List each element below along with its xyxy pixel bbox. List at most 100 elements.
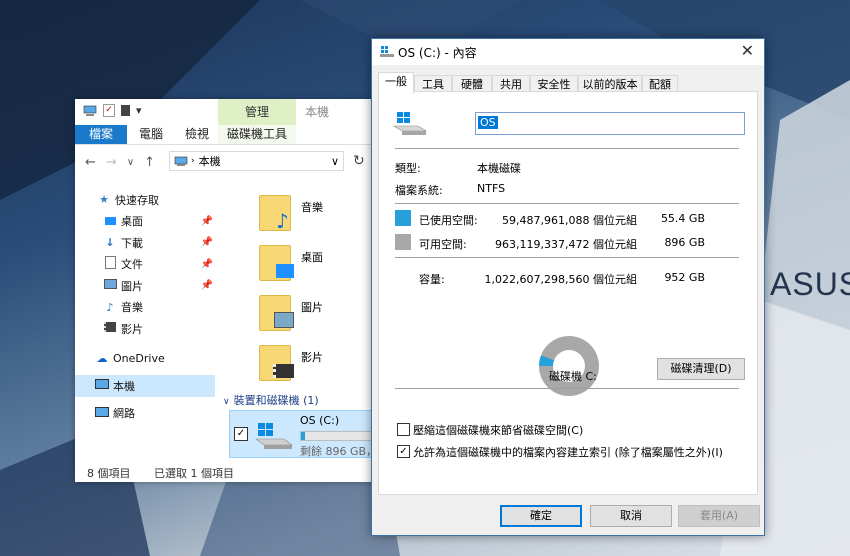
separator xyxy=(395,148,739,149)
drive-item[interactable]: ✓ OS (C:) 剩餘 896 GB， xyxy=(229,410,375,458)
breadcrumb-current[interactable]: 本機 xyxy=(199,153,221,169)
compress-label[interactable]: 壓縮這個磁碟機來節省磁碟空間(C) xyxy=(413,422,583,438)
free-space-label: 可用空間: xyxy=(419,238,467,251)
explorer-titlebar: ✓ ▾ 管理 本機 xyxy=(75,99,375,125)
nav-item-music[interactable]: ♪ 音樂 xyxy=(75,297,215,319)
address-bar-row: ← → ∨ ↑ › 本機 ∨ ↻ xyxy=(75,149,375,175)
drive-usage-bar xyxy=(300,431,372,441)
nav-item-this-pc[interactable]: 本機 xyxy=(75,375,215,397)
filesystem-label: 檔案系統: xyxy=(395,184,443,197)
tab-hardware[interactable]: 硬體 xyxy=(452,75,492,92)
drive-name: OS (C:) xyxy=(300,414,340,427)
drive-properties-dialog[interactable]: OS (C:) - 內容 ✕ 一般 工具 硬體 共用 安全性 以前的版本 配額 … xyxy=(371,38,765,536)
ok-button[interactable]: 確定 xyxy=(500,505,582,527)
navigation-pane: ★ 快速存取 桌面 📌 ↓ 下載 📌 文件 📌 圖片 📌 ♪ 音樂 影片 ☁ O… xyxy=(75,189,215,424)
index-label[interactable]: 允許為這個磁碟機中的檔案內容建立索引 (除了檔案屬性之外)(I) xyxy=(413,444,723,460)
tab-sharing[interactable]: 共用 xyxy=(492,75,530,92)
free-space-size: 896 GB xyxy=(664,236,705,249)
tab-disk-tools[interactable]: 磁碟機工具 xyxy=(218,125,296,144)
tab-tools[interactable]: 工具 xyxy=(414,75,452,92)
tab-computer[interactable]: 電腦 xyxy=(127,125,175,144)
tab-security[interactable]: 安全性 xyxy=(530,75,578,92)
collapse-chevron-icon[interactable]: ∨ xyxy=(223,397,230,407)
general-tab-panel: OS 類型: 本機磁碟 檔案系統: NTFS 已使用空間: 59,487,961… xyxy=(378,91,758,495)
tab-previous-versions[interactable]: 以前的版本 xyxy=(578,75,642,92)
address-dropdown-icon[interactable]: ∨ xyxy=(331,155,339,168)
nav-item-onedrive[interactable]: ☁ OneDrive xyxy=(75,348,215,370)
folder-item[interactable]: 圖片 xyxy=(215,289,375,339)
network-icon xyxy=(95,406,109,420)
folder-item[interactable]: ♪ 音樂 xyxy=(215,189,375,239)
dialog-title: OS (C:) - 內容 xyxy=(398,46,477,60)
tab-file[interactable]: 檔案 xyxy=(75,125,128,144)
computer-icon xyxy=(83,105,97,116)
compress-checkbox[interactable] xyxy=(397,423,410,436)
pin-icon: 📌 xyxy=(200,215,213,227)
dialog-titlebar: OS (C:) - 內容 ✕ xyxy=(372,39,764,65)
type-label: 類型: xyxy=(395,162,421,175)
pin-icon: 📌 xyxy=(200,280,213,292)
folder-view: ♪ 音樂 桌面 圖片 影片 xyxy=(215,189,375,389)
pin-icon: 📌 xyxy=(200,237,213,249)
history-chevron-icon[interactable]: ∨ xyxy=(127,157,134,168)
nav-item-downloads[interactable]: ↓ 下載 📌 xyxy=(75,232,215,254)
tab-general[interactable]: 一般 xyxy=(378,72,414,94)
cancel-button[interactable]: 取消 xyxy=(590,505,672,527)
back-arrow-icon[interactable]: ← xyxy=(85,155,96,170)
free-space-swatch xyxy=(395,234,411,250)
usage-donut-chart xyxy=(539,336,599,396)
filesystem-value: NTFS xyxy=(477,182,506,195)
used-space-bytes: 59,487,961,088 個位元組 xyxy=(502,214,637,227)
apply-button[interactable]: 套用(A) xyxy=(678,505,760,527)
desktop-icon xyxy=(103,215,117,228)
tab-quota[interactable]: 配額 xyxy=(642,75,678,92)
forward-arrow-icon[interactable]: → xyxy=(106,155,117,170)
folder-item[interactable]: 桌面 xyxy=(215,239,375,289)
new-folder-icon[interactable] xyxy=(121,105,130,116)
used-space-swatch xyxy=(395,210,411,226)
nav-item-pictures[interactable]: 圖片 📌 xyxy=(75,275,215,297)
devices-group-header[interactable]: ∨ 裝置和磁碟機 (1) xyxy=(223,392,319,408)
folder-item[interactable]: 影片 xyxy=(215,339,375,389)
address-path[interactable]: › 本機 ∨ xyxy=(169,151,344,171)
explorer-title: 本機 xyxy=(305,105,330,119)
file-explorer-window[interactable]: ✓ ▾ 管理 本機 檔案 電腦 檢視 磁碟機工具 ← → ∨ ↑ › 本機 ∨ … xyxy=(75,99,375,482)
disk-cleanup-button[interactable]: 磁碟清理(D) xyxy=(657,358,745,380)
nav-item-quick-access[interactable]: ★ 快速存取 xyxy=(75,189,215,211)
nav-item-documents[interactable]: 文件 📌 xyxy=(75,254,215,276)
drive-letter-label: 磁碟機 C: xyxy=(549,370,597,383)
item-count: 8 個項目 xyxy=(87,467,131,480)
manage-context-tab[interactable]: 管理 xyxy=(218,99,296,125)
status-bar: 8 個項目 已選取 1 個項目 xyxy=(87,465,254,481)
music-icon: ♪ xyxy=(106,300,114,314)
nav-item-videos[interactable]: 影片 xyxy=(75,318,215,340)
music-folder-icon: ♪ xyxy=(259,195,291,231)
pin-icon: 📌 xyxy=(200,258,213,270)
separator xyxy=(395,203,739,204)
computer-icon xyxy=(95,379,109,392)
picture-icon xyxy=(103,279,117,292)
drive-checkbox[interactable]: ✓ xyxy=(234,427,248,441)
index-checkbox[interactable]: ✓ xyxy=(397,445,410,458)
up-arrow-icon[interactable]: ↑ xyxy=(144,155,155,170)
quick-access-toolbar: ✓ ▾ xyxy=(83,104,142,117)
desktop-folder-icon xyxy=(259,245,294,281)
breadcrumb-separator-icon: › xyxy=(191,156,195,166)
nav-item-network[interactable]: 網路 xyxy=(75,403,215,425)
properties-icon[interactable]: ✓ xyxy=(103,104,115,117)
document-icon xyxy=(103,256,117,272)
capacity-label: 容量: xyxy=(419,273,445,286)
drive-name-input[interactable]: OS xyxy=(475,112,745,135)
ribbon-tabs: 檔案 電腦 檢視 磁碟機工具 xyxy=(75,125,375,145)
windows-drive-icon xyxy=(255,423,293,449)
close-icon[interactable]: ✕ xyxy=(741,41,754,60)
used-space-label: 已使用空間: xyxy=(419,214,478,227)
used-space-size: 55.4 GB xyxy=(660,212,705,225)
nav-item-desktop[interactable]: 桌面 📌 xyxy=(75,211,215,233)
refresh-icon[interactable]: ↻ xyxy=(353,153,365,169)
video-icon xyxy=(103,322,117,335)
customize-qat-icon[interactable]: ▾ xyxy=(136,104,142,117)
star-icon: ★ xyxy=(99,193,109,207)
tab-view[interactable]: 檢視 xyxy=(173,125,221,144)
drive-large-icon xyxy=(393,112,427,135)
